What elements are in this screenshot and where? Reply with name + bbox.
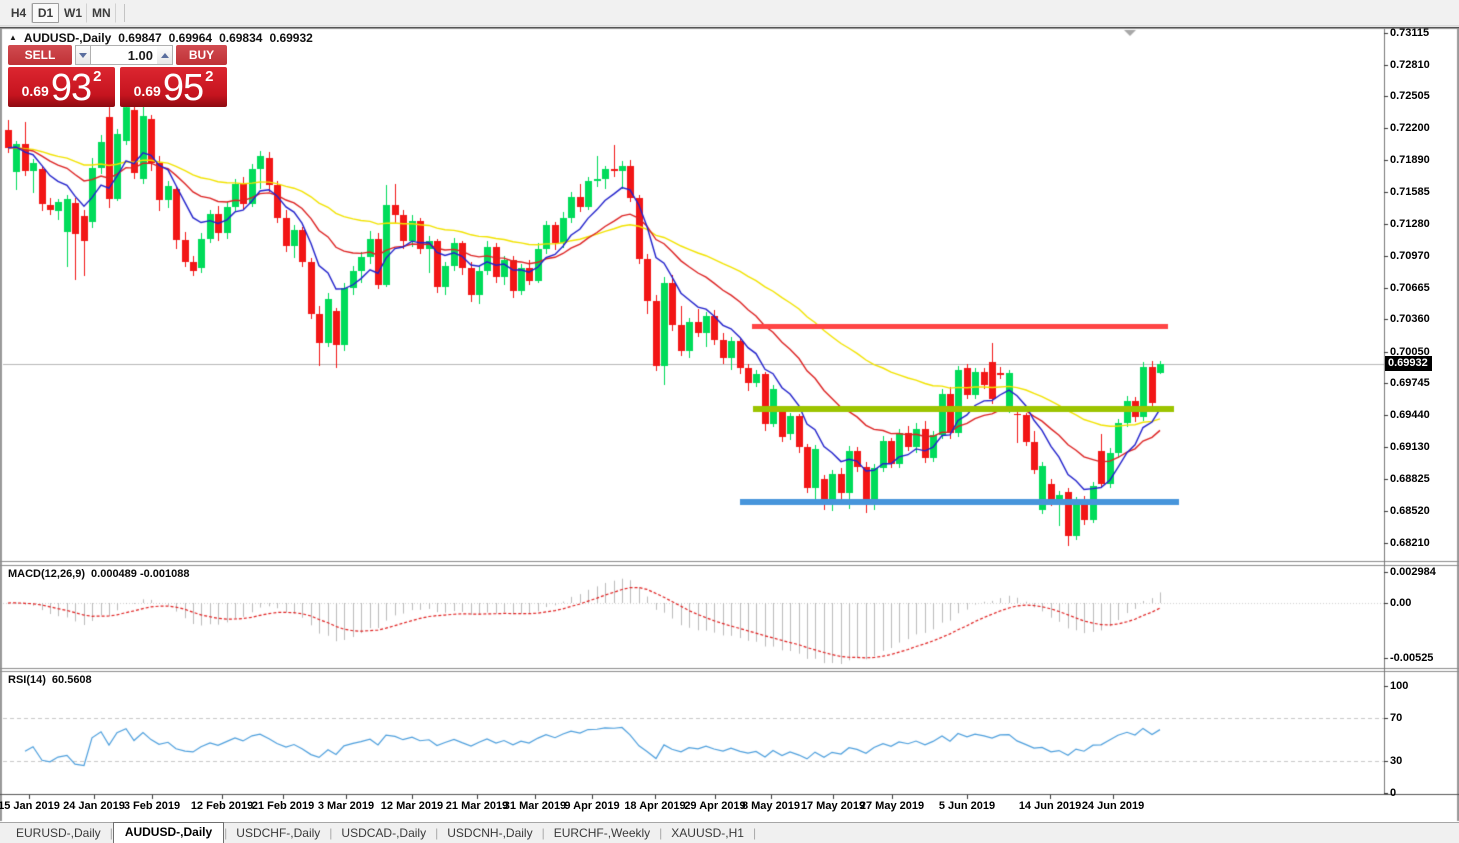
macd-axis-label: 0.002984 bbox=[1390, 566, 1436, 578]
macd-values: 0.000489 -0.001088 bbox=[91, 568, 190, 580]
price-axis-label: 0.69440 bbox=[1390, 409, 1430, 421]
rsi-value: 60.5608 bbox=[51, 674, 92, 686]
rsi-axis-label: 100 bbox=[1390, 680, 1409, 692]
date-axis-label: 24 Jun 2019 bbox=[1081, 800, 1145, 812]
price-axis-label: 0.70970 bbox=[1390, 250, 1430, 262]
collapse-arrow-icon[interactable]: ▲ bbox=[9, 33, 17, 42]
symbol-period-label: AUDUSD-,Daily bbox=[23, 31, 112, 45]
down-arrow-icon bbox=[79, 52, 87, 58]
close-value: 0.69932 bbox=[269, 31, 313, 45]
tab-usdchf-daily[interactable]: USDCHF-,Daily bbox=[227, 823, 329, 843]
macd-axis-label: 0.00 bbox=[1390, 597, 1412, 609]
buy-price-big-digits: 95 bbox=[162, 67, 204, 109]
trading-terminal-window: H4 D1 W1 MN ▲ AUDUSD-,Daily 0.69847 0.69964… bbox=[0, 0, 1459, 843]
sell-price-big-digits: 93 bbox=[50, 67, 92, 109]
chart-overlay: H4 D1 W1 MN ▲ AUDUSD-,Daily 0.69847 0.69964… bbox=[0, 0, 1459, 843]
sell-price-prefix: 0.69 bbox=[21, 83, 49, 99]
rsi-title-label: RSI(14) bbox=[8, 674, 46, 686]
volume-decrease-button[interactable] bbox=[75, 45, 91, 65]
tab-xauusd-h1[interactable]: XAUUSD-,H1 bbox=[662, 823, 753, 843]
price-axis-label: 0.71585 bbox=[1390, 186, 1430, 198]
macd-title-label: MACD(12,26,9) bbox=[8, 568, 86, 580]
rsi-axis-label: 70 bbox=[1390, 712, 1403, 724]
timeframe-d1-button[interactable]: D1 bbox=[32, 2, 59, 23]
price-axis-label: 0.69130 bbox=[1390, 441, 1430, 453]
price-axis-label: 0.70665 bbox=[1390, 282, 1430, 294]
chart-ohlc-header: ▲ AUDUSD-,Daily 0.69847 0.69964 0.69834 … bbox=[9, 31, 313, 45]
buy-button[interactable]: BUY bbox=[176, 45, 227, 65]
price-axis-label: 0.69745 bbox=[1390, 377, 1430, 389]
current-price-tag: 0.69932 bbox=[1385, 356, 1432, 371]
rsi-indicator-header: RSI(14) 60.5608 bbox=[8, 674, 92, 686]
price-axis-label: 0.72505 bbox=[1390, 90, 1430, 102]
macd-indicator-header: MACD(12,26,9) 0.000489 -0.001088 bbox=[8, 568, 190, 580]
sell-button[interactable]: SELL bbox=[8, 45, 72, 65]
timeframe-toolbar: H4 D1 W1 MN bbox=[0, 0, 1459, 26]
volume-input[interactable] bbox=[91, 45, 157, 65]
price-axis-label: 0.71280 bbox=[1390, 218, 1430, 230]
buy-price-pip-digit: 2 bbox=[205, 68, 214, 85]
macd-axis-label: -0.00525 bbox=[1390, 652, 1434, 664]
toolbar-separator bbox=[123, 3, 125, 22]
price-axis-label: 0.68210 bbox=[1390, 537, 1430, 549]
tab-usdcnh-daily[interactable]: USDCNH-,Daily bbox=[438, 823, 541, 843]
buy-price-panel[interactable]: 0.69 95 2 bbox=[120, 67, 227, 107]
price-axis-label: 0.68520 bbox=[1390, 505, 1430, 517]
price-axis-label: 0.70360 bbox=[1390, 313, 1430, 325]
symbol-tab-bar: EURUSD-,Daily | AUDUSD-,Daily | USDCHF-,Dail… bbox=[0, 822, 1459, 843]
tab-separator: | bbox=[752, 826, 757, 840]
rsi-axis-label: 30 bbox=[1390, 755, 1403, 767]
timeframe-w1-button[interactable]: W1 bbox=[59, 2, 87, 23]
price-axis-label: 0.72200 bbox=[1390, 122, 1430, 134]
tab-usdcad-daily[interactable]: USDCAD-,Daily bbox=[332, 823, 435, 843]
price-axis-label: 0.68825 bbox=[1390, 473, 1430, 485]
price-axis-label: 0.71890 bbox=[1390, 154, 1430, 166]
price-axis-label: 0.73115 bbox=[1390, 27, 1430, 39]
low-value: 0.69834 bbox=[219, 31, 263, 45]
tab-audusd-daily[interactable]: AUDUSD-,Daily bbox=[112, 822, 225, 843]
up-arrow-icon bbox=[160, 52, 169, 58]
timeframe-h4-button[interactable]: H4 bbox=[5, 2, 32, 23]
date-axis-label: 5 Jun 2019 bbox=[938, 800, 996, 812]
tab-eurchf-weekly[interactable]: EURCHF-,Weekly bbox=[545, 823, 659, 843]
buy-price-prefix: 0.69 bbox=[133, 83, 161, 99]
one-click-trading-widget: SELL BUY 0.69932 0.69952 bbox=[8, 45, 227, 107]
price-axis-label: 0.72810 bbox=[1390, 59, 1430, 71]
tab-eurusd-daily[interactable]: EURUSD-,Daily bbox=[7, 823, 110, 843]
high-value: 0.69964 bbox=[168, 31, 213, 45]
rsi-axis-label: 0 bbox=[1390, 787, 1397, 799]
price-axis-label: 0.70050 bbox=[1390, 346, 1430, 358]
volume-increase-button[interactable] bbox=[157, 45, 173, 65]
timeframe-mn-button[interactable]: MN bbox=[87, 2, 116, 23]
sell-price-pip-digit: 2 bbox=[93, 68, 102, 85]
open-value: 0.69847 bbox=[118, 31, 162, 45]
sell-price-panel[interactable]: 0.69 93 2 bbox=[8, 67, 115, 107]
